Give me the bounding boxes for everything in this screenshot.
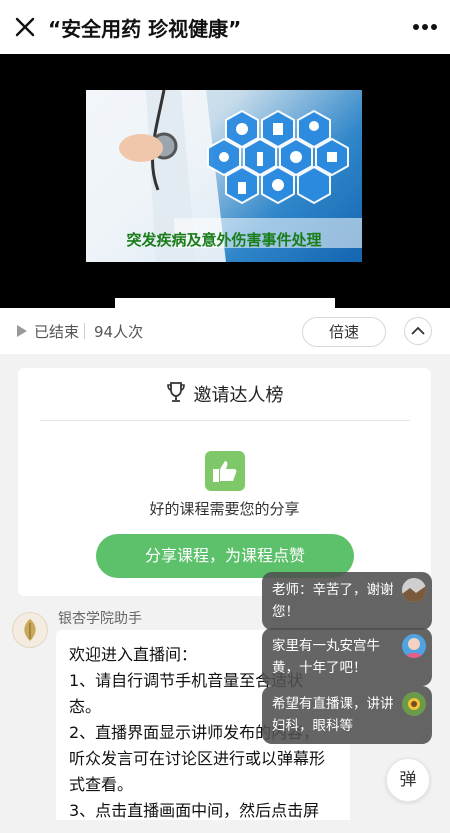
danmaku-text: 希望有直播课，讲讲妇科，眼科等 bbox=[272, 696, 394, 734]
bottom-safe-area bbox=[0, 820, 450, 833]
play-icon bbox=[16, 323, 28, 342]
avatar bbox=[402, 634, 426, 658]
danmaku-comment: 老师：辛苦了，谢谢您！ bbox=[262, 572, 432, 630]
video-progress-strip bbox=[115, 298, 335, 308]
invite-title: 邀请达人榜 bbox=[193, 385, 284, 406]
invite-leaderboard-card: 邀请达人榜 好的课程需要您的分享 分享课程，为课程点赞 bbox=[18, 368, 431, 596]
message-line: 听众发言可在讨论区进行或以弹幕形 bbox=[69, 749, 326, 768]
top-nav-bar: “安全用药 珍视健康” bbox=[0, 0, 450, 54]
sender-name: 银杏学院助手 bbox=[58, 611, 142, 627]
video-player[interactable]: 突发疾病及意外伤害事件处理 bbox=[0, 54, 450, 308]
danmaku-text: 老师：辛苦了，谢谢您！ bbox=[272, 582, 394, 620]
message-line: 式查看。 bbox=[69, 775, 134, 794]
trophy-icon bbox=[166, 381, 186, 407]
live-status-label: 已结束 bbox=[34, 323, 80, 341]
live-status-row: 已结束 94人次 倍速 bbox=[0, 308, 450, 354]
danmaku-text: 家里有一丸安宫牛黄，十年了吧！ bbox=[272, 638, 380, 676]
close-icon[interactable] bbox=[12, 14, 38, 40]
danmaku-comment: 家里有一丸安宫牛黄，十年了吧！ bbox=[262, 628, 432, 686]
invite-header[interactable]: 邀请达人榜 bbox=[18, 380, 431, 408]
avatar[interactable] bbox=[12, 612, 48, 648]
share-prompt: 好的课程需要您的分享 bbox=[149, 500, 300, 518]
view-count: 94人次 bbox=[94, 323, 144, 341]
more-dots-icon[interactable] bbox=[410, 14, 440, 40]
playback-speed-button[interactable]: 倍速 bbox=[302, 317, 386, 347]
divider bbox=[40, 420, 410, 421]
danmaku-toggle-button[interactable]: 弹 bbox=[386, 758, 430, 802]
chevron-up-icon[interactable] bbox=[404, 317, 432, 345]
video-thumbnail: 突发疾病及意外伤害事件处理 bbox=[86, 90, 362, 262]
divider bbox=[84, 323, 85, 339]
avatar bbox=[402, 578, 426, 602]
thumbs-up-icon bbox=[205, 451, 245, 491]
video-caption: 突发疾病及意外伤害事件处理 bbox=[126, 231, 322, 249]
page-title: “安全用药 珍视健康” bbox=[48, 17, 242, 41]
danmaku-comment: 希望有直播课，讲讲妇科，眼科等 bbox=[262, 686, 432, 744]
avatar bbox=[402, 692, 426, 716]
